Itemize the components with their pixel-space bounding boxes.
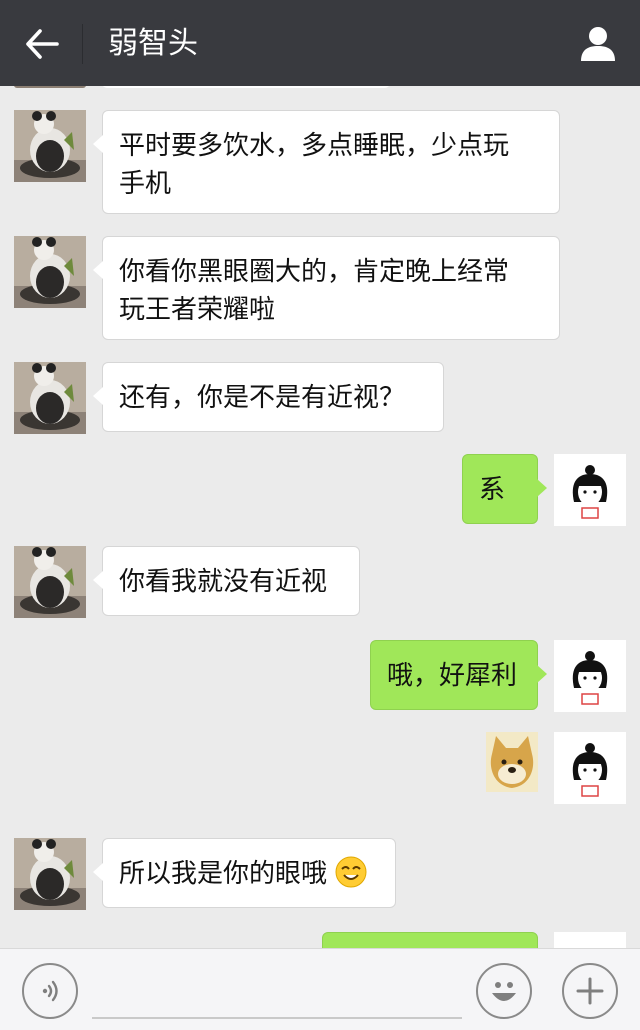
message-bubble[interactable]: 平时要多饮水，多点睡眠，少点玩 手机 (93, 110, 560, 214)
message-bubble[interactable]: 还有，你是不是有近视？ (93, 362, 444, 432)
avatar[interactable] (14, 362, 86, 434)
bubble-tail (537, 665, 547, 683)
message-list[interactable]: 平时要多饮水，多点睡眠，少点玩 手机 你看你黑眼圈大的，肯定晚上经常 玩王者荣耀… (0, 86, 640, 948)
doge-sticker[interactable] (486, 732, 538, 792)
back-button[interactable] (20, 22, 64, 66)
voice-icon (42, 980, 58, 1002)
message-text: 还有，你是不是有近视？ (119, 383, 406, 413)
panda-avatar-icon (14, 110, 86, 182)
avatar[interactable] (14, 110, 86, 182)
voice-button[interactable] (22, 963, 78, 1019)
top-bar: 弱智头 (0, 0, 640, 86)
girl-avatar-icon (554, 640, 626, 712)
message-input-underline[interactable] (92, 1017, 462, 1019)
scrolled-message-fragment (14, 86, 86, 88)
girl-avatar-icon (554, 732, 626, 804)
scrolled-bubble-fragment (102, 86, 390, 88)
message-bubble[interactable]: 你看我就没有近视 (93, 546, 360, 616)
message-bubble[interactable]: 所以我是你的眼哦 (93, 838, 396, 908)
message-text: 系 (479, 475, 506, 505)
message-bubble[interactable]: 你看你黑眼圈大的，肯定晚上经常 玩王者荣耀啦 (93, 236, 560, 340)
emoji-smile-icon (492, 982, 516, 1001)
girl-avatar-icon (554, 454, 626, 526)
self-avatar[interactable] (554, 732, 626, 804)
avatar[interactable] (14, 838, 86, 910)
bubble-tail (93, 863, 103, 881)
bubble-tail (93, 387, 103, 405)
avatar[interactable] (14, 236, 86, 308)
panda-avatar-icon (14, 838, 86, 910)
bubble-tail (93, 261, 103, 279)
person-icon (581, 27, 615, 61)
bubble-tail (93, 135, 103, 153)
chat-info-button[interactable] (576, 22, 620, 66)
partial-message-bubble-self (322, 932, 538, 948)
avatar[interactable] (14, 546, 86, 618)
message-text: 你看你黑眼圈大的，肯定晚上经常 玩王者荣耀啦 (119, 257, 510, 325)
message-bubble-self[interactable]: 系 (462, 454, 547, 524)
partial-self-avatar (554, 932, 626, 948)
header-divider (82, 24, 83, 64)
panda-avatar-icon (14, 236, 86, 308)
message-text: 所以我是你的眼哦 (119, 859, 328, 889)
panda-avatar-icon (14, 546, 86, 618)
chat-title: 弱智头 (108, 26, 198, 61)
self-avatar[interactable] (554, 640, 626, 712)
message-bubble-self[interactable]: 哦，好犀利 (370, 640, 547, 710)
self-avatar[interactable] (554, 454, 626, 526)
doge-sticker-icon (486, 732, 538, 792)
more-button[interactable] (562, 963, 618, 1019)
bubble-tail (537, 479, 547, 497)
squinting-smile-emoji (335, 856, 367, 888)
message-text: 平时要多饮水，多点睡眠，少点玩 手机 (119, 131, 510, 199)
panda-avatar-icon (14, 362, 86, 434)
emoji-button[interactable] (476, 963, 532, 1019)
bubble-tail (93, 571, 103, 589)
plus-icon (576, 977, 604, 1005)
message-text: 哦，好犀利 (387, 661, 518, 691)
message-text: 你看我就没有近视 (119, 567, 328, 597)
back-arrow-icon (26, 29, 59, 59)
